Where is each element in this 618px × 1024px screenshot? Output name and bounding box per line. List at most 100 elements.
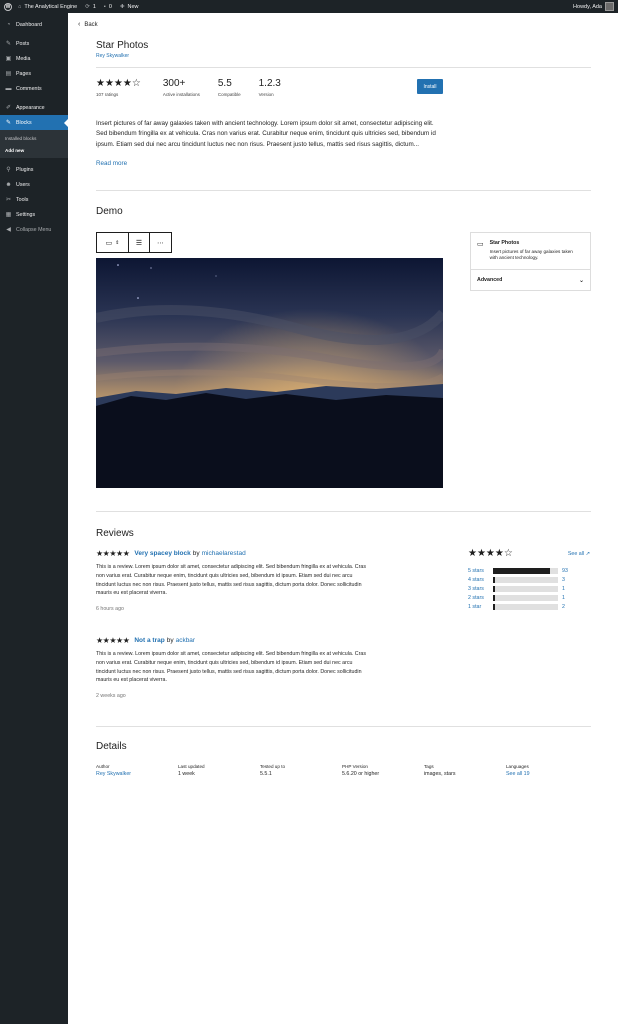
block-card: ▭ Star Photos Insert pictures of far awa… [471, 233, 590, 270]
wordpress-logo-icon[interactable]: W [4, 2, 12, 11]
image-icon: ▭ [105, 239, 113, 247]
review-time: 2 weeks ago [96, 693, 126, 700]
review-body: This is a review. Lorem ipsum dolor sit … [96, 564, 366, 597]
review-item: ★★★★★ Very spacey block by michaelaresta… [96, 549, 376, 612]
more-options-button[interactable]: ⋯ [150, 233, 171, 252]
dashboard-icon: ◔ [6, 21, 11, 28]
sidebar-item-comments[interactable]: ▬ Comments [0, 81, 68, 96]
rating-bar-count[interactable]: 2 [562, 604, 565, 610]
detail-languages: Languages See all 19 [506, 764, 588, 777]
rating-bar-row[interactable]: 1 star 2 [468, 602, 590, 611]
sidebar-item-users[interactable]: ☻ Users [0, 177, 68, 192]
sidebar-item-label: Media [16, 55, 31, 62]
pin-icon: ✎ [5, 120, 12, 126]
review-title-link[interactable]: Very spacey block [134, 550, 190, 557]
sidebar-item-blocks[interactable]: ✎ Blocks [0, 115, 68, 130]
rating-bar-count[interactable]: 1 [562, 586, 565, 592]
rating-bar-label[interactable]: 3 stars [468, 586, 493, 592]
submenu-add-new[interactable]: Add new [0, 144, 68, 156]
panel-block-description: Insert pictures of far away galaxies tak… [489, 249, 573, 260]
back-label: Back [84, 21, 98, 28]
admin-sidebar: ◔ Dashboard ✎ Posts ▣ Media ▤ Pages ▬ Co… [0, 13, 68, 1024]
block-switcher-button[interactable]: ▭ ⇕ [97, 233, 129, 252]
external-link-icon: ↗ [585, 550, 590, 557]
wrench-icon: ✂ [5, 197, 12, 203]
align-button[interactable]: ☰ [129, 233, 150, 252]
rating-bar-row[interactable]: 3 stars 1 [468, 584, 590, 593]
review-stars: ★★★★★ [96, 549, 130, 558]
reviews-heading: Reviews [96, 528, 134, 539]
rating-bar-fill [493, 567, 550, 574]
detail-author-link[interactable]: Rey Skywalker [96, 771, 178, 777]
see-all-label: See all [567, 550, 585, 557]
sidebar-item-settings[interactable]: ▦ Settings [0, 207, 68, 222]
detail-value: images, stars [424, 771, 456, 777]
divider [96, 190, 591, 191]
stats-row: ★★★★☆ 107 ratings 300+ Active installati… [96, 78, 299, 97]
sidebar-item-media[interactable]: ▣ Media [0, 51, 68, 66]
block-toolbar: ▭ ⇕ ☰ ⋯ [96, 232, 172, 253]
rating-bars: 5 stars 93 4 stars 3 3 stars 1 2 stars 1 1 star 2 [468, 566, 590, 611]
pin-icon: ✎ [5, 41, 12, 47]
rating-bar-row[interactable]: 5 stars 93 [468, 566, 590, 575]
detail-languages-link[interactable]: See all 19 [506, 771, 588, 777]
more-icon: ⋯ [157, 239, 164, 247]
sidebar-item-dashboard[interactable]: ◔ Dashboard [0, 17, 68, 32]
align-icon: ☰ [135, 239, 143, 247]
avatar [605, 2, 614, 11]
submenu-installed-blocks[interactable]: Installed blocks [0, 132, 68, 144]
detail-value: 1 week [178, 771, 195, 777]
sidebar-item-appearance[interactable]: ✐ Appearance [0, 100, 68, 115]
advanced-toggle[interactable]: Advanced ⌄ [471, 270, 590, 290]
rating-bar-row[interactable]: 2 stars 1 [468, 593, 590, 602]
rating-bar-row[interactable]: 4 stars 3 [468, 575, 590, 584]
version-label: Version [258, 92, 274, 97]
comments-link[interactable]: ▪ 0 [104, 4, 112, 10]
sidebar-item-plugins[interactable]: ⚲ Plugins [0, 162, 68, 177]
detail-label: PHP Version [342, 764, 368, 769]
rating-bar-count[interactable]: 1 [562, 595, 565, 601]
review-author-link[interactable]: ackbar [176, 637, 196, 644]
blocks-submenu: Installed blocks Add new [0, 130, 68, 158]
sidebar-item-posts[interactable]: ✎ Posts [0, 36, 68, 51]
see-all-reviews-link[interactable]: See all ↗ [568, 551, 590, 557]
rating-bar-track [493, 567, 558, 574]
review-by-label: by [192, 550, 200, 557]
pages-icon: ▤ [5, 71, 12, 77]
sidebar-item-label: Dashboard [16, 21, 42, 28]
new-content-link[interactable]: ✚ New [120, 4, 139, 10]
rating-bar-label[interactable]: 2 stars [468, 595, 493, 601]
back-link[interactable]: ‹ Back [78, 21, 98, 28]
user-icon: ☻ [5, 181, 12, 188]
detail-value: 5.5.1 [260, 771, 272, 777]
rating-bar-fill [493, 576, 495, 583]
rating-bar-track [493, 576, 558, 583]
rating-bar-count[interactable]: 93 [562, 568, 568, 574]
read-more-link[interactable]: Read more [96, 160, 127, 167]
sidebar-item-tools[interactable]: ✂ Tools [0, 192, 68, 207]
rating-bar-label[interactable]: 4 stars [468, 577, 493, 583]
chevron-left-icon: ‹ [78, 21, 81, 28]
rating-bar-count[interactable]: 3 [562, 577, 565, 583]
updates-link[interactable]: ⟳ 1 [85, 4, 96, 10]
sidebar-item-pages[interactable]: ▤ Pages [0, 66, 68, 81]
main-content: ‹ Back Star Photos Rey Skywalker ★★★★☆ 1… [68, 13, 618, 1024]
review-author-link[interactable]: michaelarestad [202, 550, 246, 557]
rating-bar-label[interactable]: 5 stars [468, 568, 493, 574]
sidebar-collapse-menu[interactable]: ◀ Collapse Menu [0, 222, 68, 237]
block-inspector-panel: ▭ Star Photos Insert pictures of far awa… [470, 232, 591, 291]
installs-value: 300+ [162, 78, 186, 89]
detail-author: Author Rey Skywalker [96, 764, 178, 777]
detail-php-version: PHP Version 5.6.20 or higher [342, 764, 424, 777]
my-account-link[interactable]: Howdy, Ada [573, 2, 614, 11]
demo-image [96, 258, 443, 488]
rating-bar-label[interactable]: 1 star [468, 604, 493, 610]
version-value: 1.2.3 [258, 78, 281, 89]
install-button[interactable]: Install [417, 79, 443, 94]
compatible-stat: 5.5 Compatible [218, 78, 241, 97]
author-link[interactable]: Rey Skywalker [96, 53, 129, 59]
sidebar-item-label: Plugins [16, 166, 34, 173]
rating-bar-track [493, 594, 558, 601]
review-title-link[interactable]: Not a trap [134, 637, 164, 644]
site-name-link[interactable]: ⌂ The Analytical Engine [18, 4, 77, 10]
